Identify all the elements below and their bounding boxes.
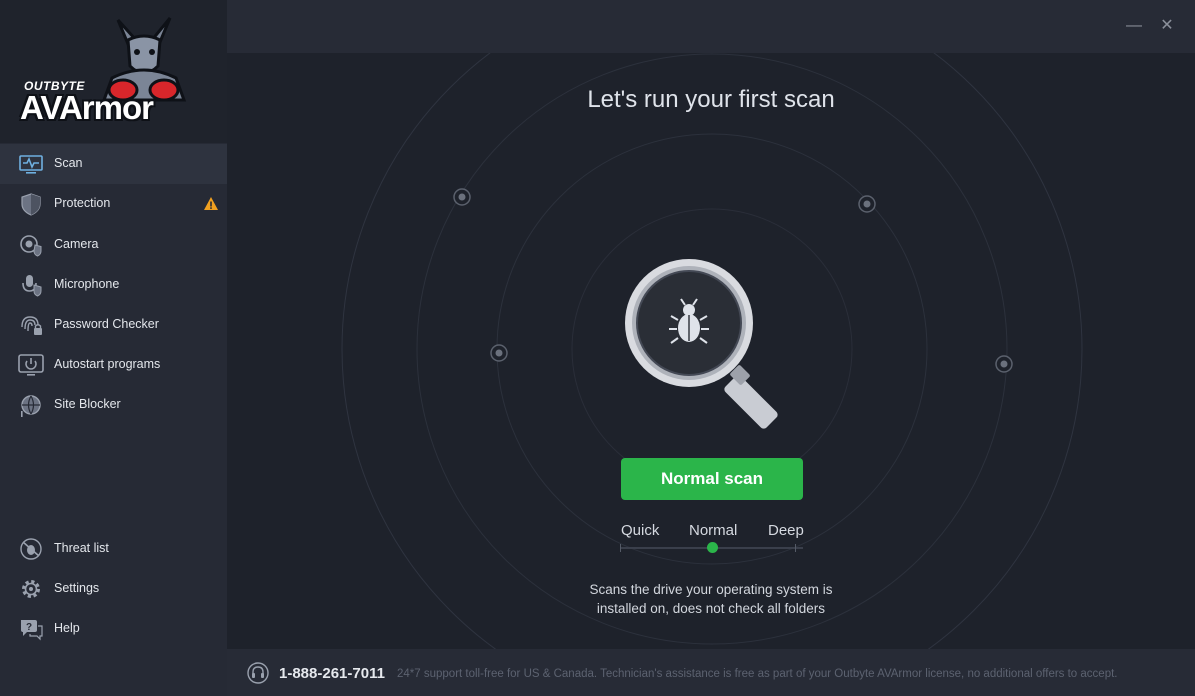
sidebar-item-threat-list[interactable]: Threat list xyxy=(0,529,227,569)
sidebar-item-microphone[interactable]: Microphone xyxy=(0,265,227,305)
sidebar-item-protection[interactable]: Protection xyxy=(0,184,227,224)
scan-description: Scans the drive your operating system is… xyxy=(227,580,1195,618)
sidebar-item-autostart-programs[interactable]: Autostart programs xyxy=(0,345,227,385)
headset-icon xyxy=(247,662,269,684)
support-note: 24*7 support toll-free for US & Canada. … xyxy=(397,668,1118,680)
scan-mode-normal[interactable]: Normal xyxy=(689,522,737,539)
scan-mode-quick[interactable]: Quick xyxy=(621,522,659,539)
warning-icon xyxy=(204,197,218,210)
fingerprint-lock-icon xyxy=(21,316,42,335)
sidebar-item-label: Autostart programs xyxy=(54,357,161,371)
normal-scan-button[interactable]: Normal scan xyxy=(621,458,803,500)
support-phone[interactable]: 1-888-261-7011 xyxy=(279,665,385,682)
sidebar-item-camera[interactable]: Camera xyxy=(0,225,227,265)
support-footer: 1-888-261-7011 24*7 support toll-free fo… xyxy=(227,649,1195,696)
slider-tick xyxy=(620,544,621,552)
sidebar-item-label: Settings xyxy=(54,581,100,595)
sidebar-item-label: Camera xyxy=(54,237,99,251)
globe-block-icon xyxy=(21,395,41,417)
scan-description-line: Scans the drive your operating system is xyxy=(589,582,833,597)
sidebar-item-help[interactable]: ? Help xyxy=(0,609,227,649)
help-bubble-icon: ? xyxy=(21,620,43,641)
svg-text:?: ? xyxy=(26,622,32,633)
scan-description-line: installed on, does not check all folders xyxy=(596,601,826,616)
sidebar-item-password-checker[interactable]: Password Checker xyxy=(0,305,227,345)
sidebar-item-label: Protection xyxy=(54,196,111,210)
bug-circle-icon xyxy=(20,538,42,560)
sidebar: OUTBYTE AVArmor Scan Protection Camera M… xyxy=(0,0,227,696)
sidebar-item-label: Site Blocker xyxy=(54,397,121,411)
close-button[interactable]: ✕ xyxy=(1157,16,1177,36)
scan-mode-deep[interactable]: Deep xyxy=(768,522,804,539)
scan-panel: Let's run your first scan Normal scan Qu… xyxy=(227,53,1195,649)
camera-shield-icon xyxy=(20,235,42,257)
sidebar-item-scan[interactable]: Scan xyxy=(0,144,227,184)
page-title: Let's run your first scan xyxy=(587,86,835,113)
monitor-pulse-icon xyxy=(19,155,43,174)
title-bar: — ✕ xyxy=(227,0,1195,53)
magnifier-bug-icon xyxy=(625,259,778,429)
microphone-shield-icon xyxy=(22,275,42,297)
app-logo: OUTBYTE AVArmor xyxy=(0,0,227,143)
logo-brand-big: AVArmor xyxy=(20,89,154,126)
sidebar-item-label: Scan xyxy=(54,156,83,170)
shield-icon xyxy=(21,193,41,216)
gear-icon xyxy=(22,580,40,598)
slider-tick xyxy=(795,544,796,552)
sidebar-item-settings[interactable]: Settings xyxy=(0,569,227,609)
sidebar-item-label: Help xyxy=(54,621,80,635)
minimize-button[interactable]: — xyxy=(1124,16,1144,36)
sidebar-item-label: Password Checker xyxy=(54,317,159,331)
scan-mode-slider-knob[interactable] xyxy=(707,542,718,553)
sidebar-item-label: Microphone xyxy=(54,277,120,291)
radar-rings xyxy=(341,53,1083,649)
power-monitor-icon xyxy=(18,354,44,376)
sidebar-item-label: Threat list xyxy=(54,541,109,555)
sidebar-item-site-blocker[interactable]: Site Blocker xyxy=(0,385,227,425)
